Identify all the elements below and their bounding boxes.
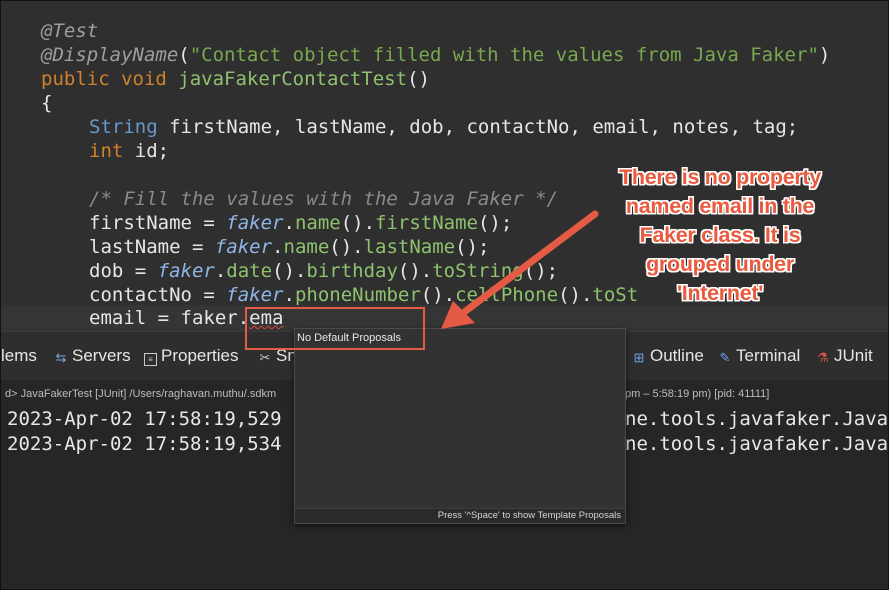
annotation-callout: There is no property named email in the … bbox=[586, 163, 854, 308]
callout-line: named email in the bbox=[625, 194, 815, 218]
callout-line: grouped under bbox=[646, 252, 794, 276]
screenshot-frame: @Test @DisplayName("Contact object fille… bbox=[0, 0, 889, 590]
callout-line: Faker class. It is bbox=[639, 223, 801, 247]
callout-line: 'Internet' bbox=[676, 281, 764, 305]
callout-line: There is no property bbox=[619, 165, 821, 189]
arrow-shaft bbox=[459, 210, 599, 317]
